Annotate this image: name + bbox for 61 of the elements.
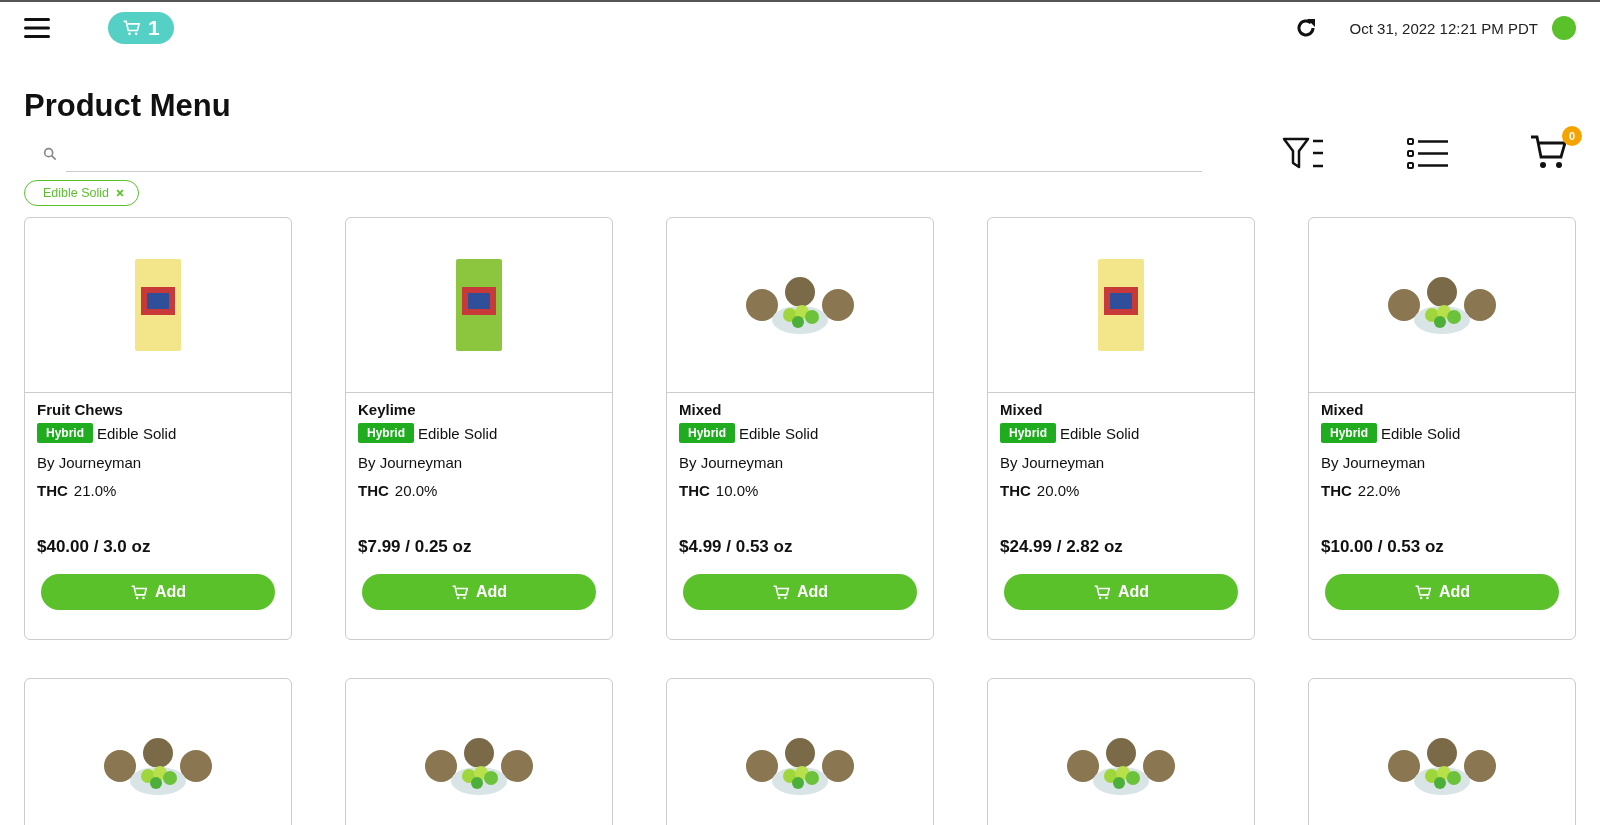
cart-count-button[interactable]: 1 xyxy=(108,12,174,44)
product-card[interactable]: Mixed Hybrid Edible Solid By Journeyman THC 10.0% $4.99 / 0.53 oz Add xyxy=(666,217,934,640)
add-button[interactable]: Add xyxy=(41,574,275,610)
thc-value: 10.0% xyxy=(715,482,759,499)
cart-icon xyxy=(1413,582,1433,602)
product-price: $24.99 / 2.82 oz xyxy=(1000,537,1124,557)
add-button[interactable]: Add xyxy=(1004,574,1238,610)
filter-chip[interactable]: Edible Solid xyxy=(24,180,139,206)
cart-icon xyxy=(122,18,142,38)
product-name: Mixed xyxy=(1000,401,1044,418)
product-brand: By Journeyman xyxy=(37,454,143,471)
product-name: Mixed xyxy=(679,401,723,418)
product-name: Mixed xyxy=(1321,401,1365,418)
product-brand: By Journeyman xyxy=(358,454,464,471)
strain-tag: Hybrid xyxy=(1321,423,1377,443)
product-card[interactable]: Keylime Hybrid Edible Solid By Journeyman THC 20.0% $7.99 / 0.25 oz Add xyxy=(345,217,613,640)
thc-label: THC xyxy=(358,482,389,499)
cart-icon xyxy=(1092,582,1112,602)
product-price: $7.99 / 0.25 oz xyxy=(358,537,473,557)
page-title: Product Menu xyxy=(24,88,232,124)
thc-label: THC xyxy=(1000,482,1031,499)
cart-badge: 0 xyxy=(1562,126,1582,146)
product-brand: By Journeyman xyxy=(1000,454,1106,471)
product-card[interactable]: Mixed Hybrid Edible Solid By Journeyman THC 22.0% $10.00 / 0.53 oz Add xyxy=(1308,217,1576,640)
cart-icon xyxy=(129,582,149,602)
product-price: $40.00 / 3.0 oz xyxy=(37,537,152,557)
thc-label: THC xyxy=(1321,482,1352,499)
add-button[interactable]: Add xyxy=(683,574,917,610)
search-icon xyxy=(42,146,58,162)
product-category: Edible Solid xyxy=(1381,424,1461,442)
product-card[interactable]: Mixed Hybrid Edible Solid By Journeyman THC 20.0% $24.99 / 2.82 oz Add xyxy=(987,217,1255,640)
product-brand: By Journeyman xyxy=(1321,454,1427,471)
product-category: Edible Solid xyxy=(418,424,498,442)
strain-tag: Hybrid xyxy=(1000,423,1056,443)
product-category: Edible Solid xyxy=(97,424,177,442)
menu-icon[interactable] xyxy=(24,18,50,38)
list-icon[interactable] xyxy=(1406,136,1450,172)
cart-icon xyxy=(771,582,791,602)
product-card[interactable]: Fruit Chews Hybrid Edible Solid By Journeyman THC 21.0% $40.00 / 3.0 oz Add xyxy=(24,217,292,640)
product-price: $10.00 / 0.53 oz xyxy=(1321,537,1445,557)
product-name: Keylime xyxy=(358,401,417,418)
product-category: Edible Solid xyxy=(739,424,819,442)
thc-value: 20.0% xyxy=(394,482,438,499)
strain-tag: Hybrid xyxy=(679,423,735,443)
thc-value: 20.0% xyxy=(1036,482,1080,499)
thc-value: 22.0% xyxy=(1357,482,1401,499)
status-dot xyxy=(1552,16,1576,40)
product-category: Edible Solid xyxy=(1060,424,1140,442)
date-time: Oct 31, 2022 12:21 PM PDT xyxy=(1349,19,1538,37)
product-brand: By Journeyman xyxy=(679,454,785,471)
strain-tag: Hybrid xyxy=(37,423,93,443)
cart-icon xyxy=(450,582,470,602)
thc-value: 21.0% xyxy=(73,482,117,499)
product-name: Fruit Chews xyxy=(37,401,124,418)
remove-icon[interactable] xyxy=(116,189,124,197)
thc-label: THC xyxy=(679,482,710,499)
thc-label: THC xyxy=(37,482,68,499)
strain-tag: Hybrid xyxy=(358,423,414,443)
add-button[interactable]: Add xyxy=(1325,574,1559,610)
product-price: $4.99 / 0.53 oz xyxy=(679,537,794,557)
add-button[interactable]: Add xyxy=(362,574,596,610)
